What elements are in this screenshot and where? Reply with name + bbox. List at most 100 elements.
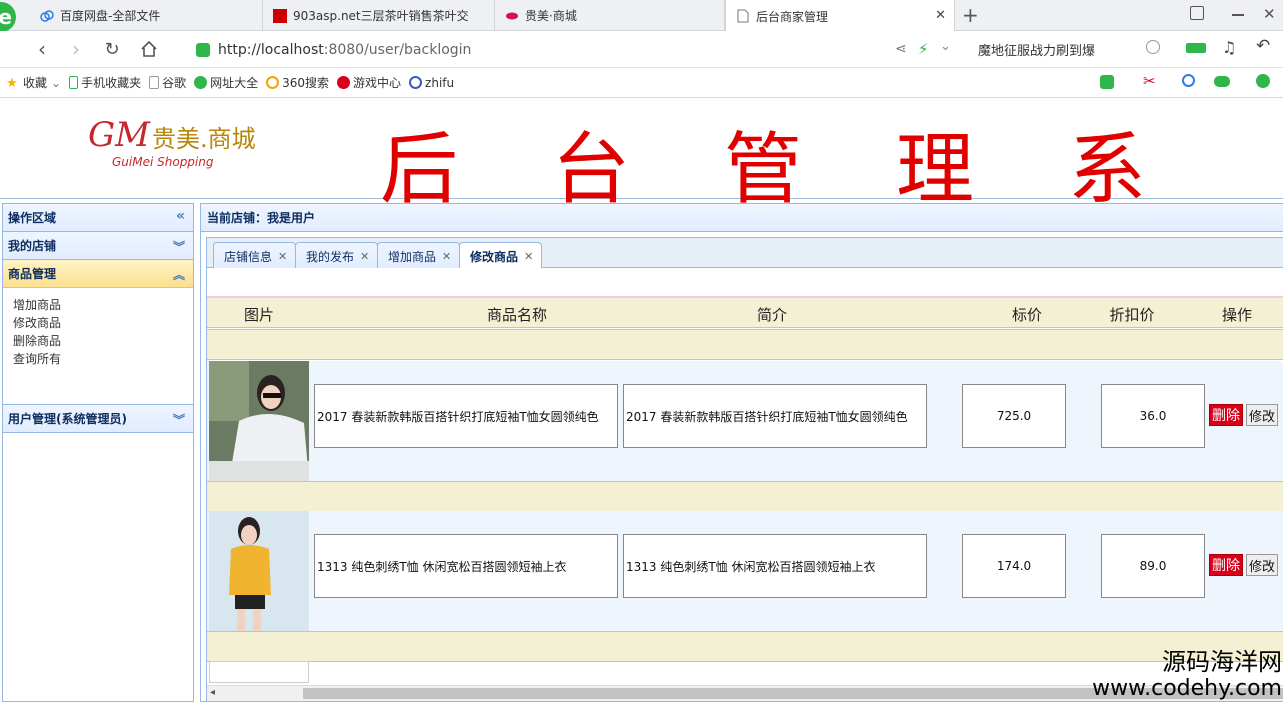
bookmark-google[interactable]: 谷歌: [149, 74, 186, 91]
sidebar-title-label: 操作区域: [8, 211, 57, 225]
minimize-icon[interactable]: [1232, 14, 1244, 16]
tab-add-product[interactable]: 增加商品 ✕: [377, 242, 461, 269]
close-icon[interactable]: ✕: [442, 250, 451, 263]
home-icon[interactable]: [137, 37, 161, 61]
modify-button[interactable]: 修改: [1246, 404, 1278, 426]
close-icon[interactable]: ✕: [360, 250, 369, 263]
search-input[interactable]: 魔地征服战力刷到爆: [968, 35, 1168, 64]
broken-image-icon: [209, 661, 309, 683]
bookmark-label: 谷歌: [162, 76, 187, 90]
site-header: GM 贵美.商城 GuiMei Shopping 后 台 管 理 系: [0, 99, 1283, 215]
column-header-discount: 折扣价: [1109, 306, 1155, 324]
share-icon[interactable]: ⋖: [895, 41, 907, 57]
bookmark-label: 360搜索: [282, 76, 330, 90]
wallet-icon[interactable]: [1256, 74, 1270, 88]
watermark-line2: www.codehy.com: [1092, 676, 1282, 701]
delete-button[interactable]: 删除: [1209, 554, 1243, 576]
translate-icon[interactable]: [1100, 75, 1114, 89]
back-icon[interactable]: ‹: [30, 37, 54, 61]
sidebar-section-shop[interactable]: 我的店铺 ︾: [3, 232, 193, 260]
product-menu: 增加商品 修改商品 删除商品 查询所有: [3, 288, 193, 405]
battery-icon[interactable]: [1186, 43, 1206, 53]
search-icon[interactable]: [1146, 40, 1160, 54]
menu-item-query-all[interactable]: 查询所有: [13, 350, 193, 368]
close-tab-icon[interactable]: ✕: [935, 8, 946, 23]
skin-icon[interactable]: [1190, 6, 1204, 20]
product-discount-field[interactable]: 36.0: [1101, 384, 1205, 448]
tab-my-posts[interactable]: 我的发布 ✕: [295, 242, 379, 269]
chevron-down-icon[interactable]: ⌄: [940, 39, 951, 54]
headphone-icon[interactable]: ♫: [1222, 38, 1236, 57]
column-header-action: 操作: [1221, 306, 1252, 324]
scissors-icon[interactable]: ✂: [1143, 72, 1156, 90]
browser-tab-guimei[interactable]: 贵美·商城: [495, 0, 725, 31]
tab-modify-product[interactable]: 修改商品 ✕: [459, 242, 543, 270]
content-tabs: 店铺信息 ✕ 我的发布 ✕ 增加商品 ✕ 修改商品 ✕: [206, 237, 1283, 270]
new-tab-button[interactable]: +: [962, 3, 979, 27]
globe-icon: [409, 76, 423, 89]
product-name-field[interactable]: 2017 春装新款韩版百搭针织打底短袖T恤女圆领纯色: [314, 384, 618, 448]
bookmark-directory[interactable]: 网址大全: [194, 74, 258, 91]
brand-logo[interactable]: GM 贵美.商城 GuiMei Shopping: [88, 115, 288, 175]
forward-icon[interactable]: ›: [64, 37, 88, 61]
tab-label: 店铺信息: [224, 249, 273, 264]
title-char: 管: [724, 125, 803, 215]
expand-down-icon[interactable]: ︾: [173, 411, 185, 428]
sidebar-section-users[interactable]: 用户管理(系统管理员) ︾: [3, 405, 193, 433]
undo-icon[interactable]: ↶: [1256, 36, 1270, 56]
lightning-icon[interactable]: ⚡: [918, 40, 929, 58]
browser-logo-icon[interactable]: e: [0, 2, 16, 32]
chevron-down-icon: ⌄: [51, 75, 62, 90]
tab-label: 修改商品: [470, 250, 519, 264]
browser-tab-baidu[interactable]: 百度网盘-全部文件: [30, 0, 263, 31]
bookmark-label: zhifu: [425, 75, 455, 90]
collapse-left-icon[interactable]: «: [176, 208, 185, 224]
row-separator: [207, 481, 1283, 512]
column-header-name: 商品名称: [486, 306, 547, 324]
window-close-icon[interactable]: ✕: [1263, 5, 1276, 23]
page-icon: [736, 9, 750, 23]
address-bar[interactable]: http://localhost:8080/user/backlogin: [196, 35, 966, 64]
refresh-icon[interactable]: ↻: [100, 37, 124, 61]
scroll-left-icon[interactable]: ◂: [210, 687, 215, 698]
bookmark-zhifu[interactable]: zhifu: [409, 76, 454, 90]
bookmark-label: 手机收藏夹: [81, 76, 142, 90]
product-discount-field[interactable]: 89.0: [1101, 534, 1205, 598]
sidebar-section-products[interactable]: 商品管理 ︽: [3, 260, 193, 288]
bookmark-games[interactable]: 游戏中心: [337, 74, 401, 91]
product-intro-field[interactable]: 2017 春装新款韩版百搭针织打底短袖T恤女圆领纯色: [623, 384, 927, 448]
table-row: 2017 春装新款韩版百搭针织打底短袖T恤女圆领纯色 2017 春装新款韩版百搭…: [207, 361, 1283, 481]
menu-item-add-product[interactable]: 增加商品: [13, 296, 193, 314]
sidebar-title: 操作区域 «: [3, 204, 193, 232]
product-name-field[interactable]: 1313 纯色刺绣T恤 休闲宽松百搭圆领短袖上衣: [314, 534, 618, 598]
product-price-field[interactable]: 725.0: [962, 384, 1066, 448]
menu-item-modify-product[interactable]: 修改商品: [13, 314, 193, 332]
modify-button[interactable]: 修改: [1246, 554, 1278, 576]
product-intro-field[interactable]: 1313 纯色刺绣T恤 休闲宽松百搭圆领短袖上衣: [623, 534, 927, 598]
delete-button[interactable]: 删除: [1209, 404, 1243, 426]
table-row: 1313 纯色刺绣T恤 休闲宽松百搭圆领短袖上衣 1313 纯色刺绣T恤 休闲宽…: [207, 511, 1283, 631]
tab-label: 增加商品: [388, 249, 437, 264]
cloud-icon: [40, 9, 54, 23]
column-header-image: 图片: [243, 306, 274, 324]
sidebar: 操作区域 « 我的店铺 ︾ 商品管理 ︽ 增加商品 修改商品 删除商品 查询所有…: [2, 203, 194, 702]
expand-down-icon[interactable]: ︾: [173, 238, 185, 255]
bookmark-360search[interactable]: 360搜索: [266, 74, 329, 91]
close-icon[interactable]: ✕: [278, 250, 287, 263]
bookmark-favorites[interactable]: ★ 收藏 ⌄: [6, 74, 62, 92]
navigation-bar: ‹ › ↻ http://localhost:8080/user/backlog…: [0, 31, 1283, 68]
site-favicon-icon: [273, 8, 287, 23]
close-icon[interactable]: ✕: [524, 250, 533, 263]
menu-item-delete-product[interactable]: 删除商品: [13, 332, 193, 350]
bookmark-mobile[interactable]: 手机收藏夹: [69, 74, 141, 91]
tab-shop-info[interactable]: 店铺信息 ✕: [213, 242, 297, 269]
product-price-field[interactable]: 174.0: [962, 534, 1066, 598]
browser-tab-admin[interactable]: 后台商家管理 ✕: [725, 0, 955, 32]
watermark-line1: 源码海洋网: [1162, 648, 1282, 676]
magnifier-icon[interactable]: [1182, 74, 1195, 87]
table-header: 图片 商品名称 简介 标价 折扣价 操作: [207, 298, 1283, 328]
browser-tab-tea[interactable]: 903asp.net三层茶叶销售茶叶交: [263, 0, 495, 31]
gamepad-icon[interactable]: [1214, 76, 1230, 87]
watermark: 源码海洋网 www.codehy.com: [1072, 648, 1282, 702]
collapse-up-icon[interactable]: ︽: [173, 266, 185, 283]
